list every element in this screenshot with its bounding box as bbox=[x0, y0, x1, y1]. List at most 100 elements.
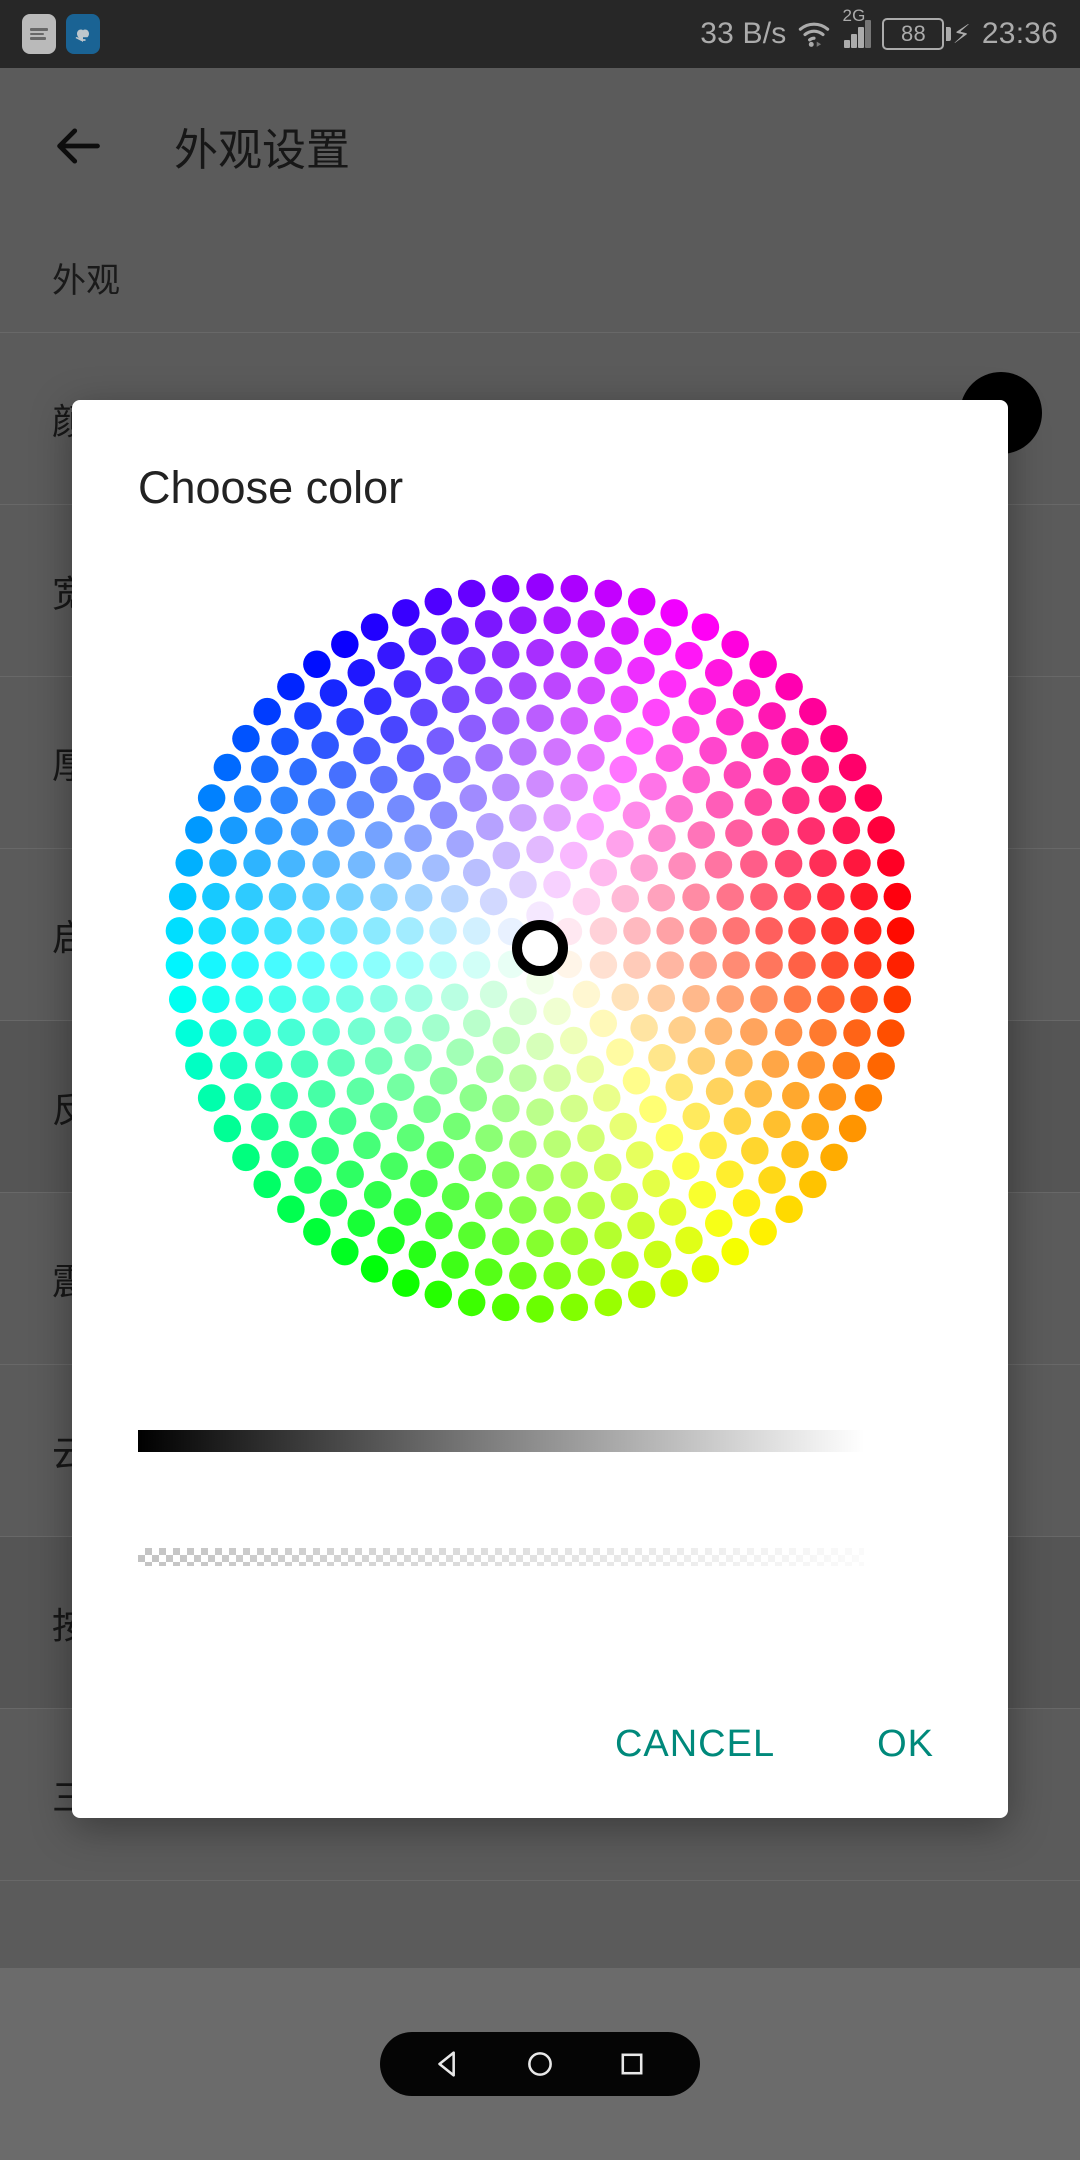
color-wheel-dot[interactable] bbox=[243, 849, 271, 878]
color-wheel-dot[interactable] bbox=[543, 606, 571, 635]
color-wheel-dot[interactable] bbox=[330, 951, 358, 979]
color-wheel-dot[interactable] bbox=[303, 650, 331, 678]
color-wheel-dot[interactable] bbox=[297, 917, 325, 945]
color-wheel-dot[interactable] bbox=[725, 819, 753, 847]
color-wheel-dot[interactable] bbox=[723, 761, 752, 789]
color-wheel-dot[interactable] bbox=[577, 610, 606, 638]
color-wheel-dot[interactable] bbox=[209, 849, 237, 877]
color-wheel-dot[interactable] bbox=[289, 1110, 317, 1139]
color-wheel-dot[interactable] bbox=[609, 755, 637, 784]
color-wheel-dot[interactable] bbox=[277, 1018, 306, 1047]
color-wheel-dot[interactable] bbox=[821, 951, 849, 979]
color-wheel-dot[interactable] bbox=[782, 786, 810, 815]
color-wheel-dot[interactable] bbox=[336, 707, 364, 736]
color-wheel-dot[interactable] bbox=[543, 1130, 571, 1158]
color-wheel-dot[interactable] bbox=[630, 854, 658, 882]
color-wheel-dot[interactable] bbox=[867, 1052, 895, 1080]
color-wheel-dot[interactable] bbox=[722, 917, 750, 945]
color-wheel-dot[interactable] bbox=[271, 1140, 299, 1169]
color-wheel-dot[interactable] bbox=[705, 1077, 734, 1105]
color-wheel-dot[interactable] bbox=[307, 788, 336, 816]
color-wheel-dot[interactable] bbox=[741, 1136, 769, 1165]
color-wheel-dot[interactable] bbox=[294, 702, 322, 730]
color-wheel-dot[interactable] bbox=[854, 1084, 883, 1112]
color-wheel-dot[interactable] bbox=[175, 849, 203, 877]
color-wheel-dot[interactable] bbox=[327, 819, 355, 847]
color-wheel-dot[interactable] bbox=[732, 679, 761, 707]
color-wheel-dot[interactable] bbox=[492, 841, 521, 870]
color-wheel-dot[interactable] bbox=[623, 917, 651, 945]
color-wheel-dot[interactable] bbox=[526, 1098, 554, 1126]
color-wheel-dot[interactable] bbox=[509, 672, 537, 700]
color-wheel-dot[interactable] bbox=[328, 1107, 357, 1135]
color-wheel-dot[interactable] bbox=[577, 744, 605, 772]
color-wheel-dot[interactable] bbox=[509, 1196, 537, 1224]
color-wheel-dot[interactable] bbox=[689, 951, 717, 979]
color-wheel-dot[interactable] bbox=[749, 650, 777, 678]
color-wheel-dot[interactable] bbox=[750, 985, 778, 1013]
color-wheel-dot[interactable] bbox=[622, 1067, 651, 1095]
color-wheel-dot[interactable] bbox=[853, 951, 882, 979]
color-wheel-dot[interactable] bbox=[755, 917, 783, 945]
color-wheel-dot[interactable] bbox=[691, 1255, 720, 1283]
color-wheel-dot[interactable] bbox=[682, 984, 710, 1013]
color-wheel-dot[interactable] bbox=[426, 1141, 455, 1169]
color-wheel-dot[interactable] bbox=[723, 1107, 752, 1135]
color-wheel-dot[interactable] bbox=[832, 1051, 861, 1080]
color-wheel-dot[interactable] bbox=[611, 1251, 639, 1279]
color-wheel-dot[interactable] bbox=[294, 1166, 322, 1194]
color-wheel-dot[interactable] bbox=[509, 1130, 537, 1158]
color-wheel-dot[interactable] bbox=[413, 1095, 441, 1124]
color-wheel-dot[interactable] bbox=[347, 1017, 376, 1045]
color-wheel-dot[interactable] bbox=[336, 1160, 364, 1189]
color-wheel-dot[interactable] bbox=[594, 579, 623, 608]
color-wheel-dot[interactable] bbox=[458, 646, 486, 675]
color-wheel-dot[interactable] bbox=[809, 849, 837, 878]
color-wheel-dot[interactable] bbox=[346, 791, 375, 819]
color-wheel-dot[interactable] bbox=[589, 1009, 618, 1038]
color-wheel-dot[interactable] bbox=[853, 917, 882, 945]
color-wheel-dot[interactable] bbox=[818, 1083, 847, 1111]
color-wheel-dot[interactable] bbox=[408, 1240, 437, 1269]
color-wheel-dot[interactable] bbox=[647, 984, 676, 1012]
color-wheel-dot[interactable] bbox=[589, 951, 618, 979]
color-wheel-dot[interactable] bbox=[526, 1295, 554, 1323]
color-wheel-dot[interactable] bbox=[716, 985, 744, 1013]
color-wheel-dot[interactable] bbox=[393, 670, 422, 698]
color-wheel-dot[interactable] bbox=[543, 1196, 571, 1224]
color-wheel-dot[interactable] bbox=[443, 755, 471, 784]
color-wheel-dot[interactable] bbox=[660, 599, 688, 627]
color-wheel-dot[interactable] bbox=[883, 985, 912, 1014]
color-wheel-dot[interactable] bbox=[721, 630, 749, 659]
color-wheel-dot[interactable] bbox=[850, 985, 878, 1014]
color-wheel-dot[interactable] bbox=[658, 670, 687, 698]
color-wheel-dot[interactable] bbox=[592, 784, 621, 812]
color-wheel-dot[interactable] bbox=[589, 858, 618, 887]
color-wheel-dot[interactable] bbox=[336, 883, 364, 911]
nav-back-triangle-icon[interactable] bbox=[431, 2047, 465, 2081]
ok-button[interactable]: OK bbox=[851, 1705, 960, 1784]
color-wheel-dot[interactable] bbox=[761, 1050, 790, 1078]
color-wheel-dot[interactable] bbox=[277, 672, 305, 701]
color-wheel-dot[interactable] bbox=[817, 985, 845, 1014]
color-wheel-dot[interactable] bbox=[782, 1081, 810, 1110]
color-wheel-dot[interactable] bbox=[491, 574, 520, 603]
color-wheel-dot[interactable] bbox=[655, 1124, 684, 1152]
color-wheel-dot[interactable] bbox=[543, 804, 571, 832]
color-wheel-dot[interactable] bbox=[370, 765, 398, 794]
color-wheel-dot[interactable] bbox=[656, 917, 684, 945]
color-wheel-dot[interactable] bbox=[594, 1288, 623, 1317]
color-wheel-dot[interactable] bbox=[175, 1019, 203, 1047]
color-wheel-dot[interactable] bbox=[740, 850, 768, 878]
color-wheel-dot[interactable] bbox=[559, 1026, 588, 1055]
color-wheel-dot[interactable] bbox=[370, 883, 398, 912]
color-wheel-dot[interactable] bbox=[422, 1014, 450, 1042]
color-wheel-dot[interactable] bbox=[699, 736, 727, 765]
color-wheel-dot[interactable] bbox=[593, 714, 622, 743]
color-wheel-dot[interactable] bbox=[672, 1152, 700, 1181]
nav-home-circle-icon[interactable] bbox=[523, 2047, 557, 2081]
color-wheel-dot[interactable] bbox=[630, 1014, 658, 1042]
color-wheel-dot[interactable] bbox=[611, 617, 639, 645]
color-wheel-dot[interactable] bbox=[492, 1094, 520, 1123]
color-wheel-dot[interactable] bbox=[704, 1017, 733, 1045]
